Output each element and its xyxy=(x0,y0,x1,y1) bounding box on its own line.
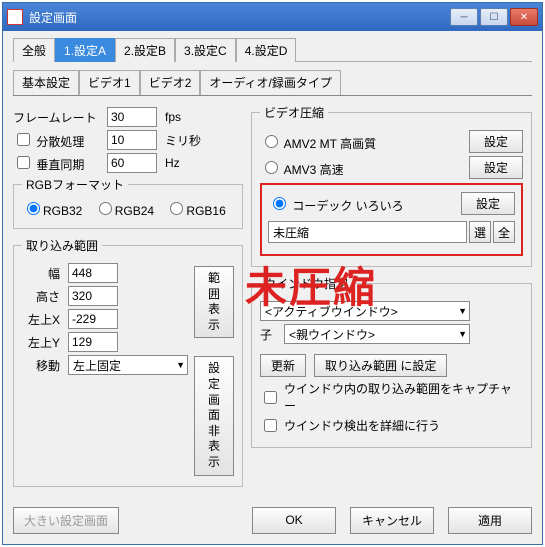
tab-video2[interactable]: ビデオ2 xyxy=(140,70,201,95)
detailed-detect-label: ウインドウ検出を詳細に行う xyxy=(284,417,440,434)
child-window-select[interactable]: <親ウインドウ>▼ xyxy=(284,324,470,344)
codec-opt1-settings-button[interactable]: 設定 xyxy=(469,130,523,153)
chevron-down-icon: ▼ xyxy=(176,360,185,370)
lefty-label: 左上Y xyxy=(22,334,64,351)
vsync-unit: Hz xyxy=(165,156,180,170)
rgb-format-legend: RGBフォーマット xyxy=(22,176,128,193)
chevron-down-icon: ▼ xyxy=(458,329,467,339)
rgb32-radio[interactable] xyxy=(27,202,40,215)
codec-custom-highlight: コーデック いろいろ 設定 選 全 xyxy=(260,183,523,256)
tab-basic[interactable]: 基本設定 xyxy=(13,70,79,95)
framerate-unit: fps xyxy=(165,110,181,124)
framerate-input[interactable] xyxy=(107,107,157,127)
codec-opt2-radio[interactable] xyxy=(265,161,278,174)
maximize-button[interactable]: ☐ xyxy=(480,8,508,26)
window-spec-group: ウインドウ指定 <アクティブウインドウ>▼ 子 <親ウインドウ>▼ 更新 取り込… xyxy=(251,275,532,448)
height-label: 高さ xyxy=(22,288,64,305)
tab-video1[interactable]: ビデオ1 xyxy=(79,70,140,95)
main-tabs: 全般 1.設定A 2.設定B 3.設定C 4.設定D xyxy=(13,37,532,62)
minimize-button[interactable]: ─ xyxy=(450,8,478,26)
lefty-input[interactable] xyxy=(68,332,118,352)
capture-range-group: 取り込み範囲 幅 高さ 左上X 左上Y 移動 左上固定▼ 範囲表示 xyxy=(13,237,243,487)
codec-opt2-settings-button[interactable]: 設定 xyxy=(469,156,523,179)
leftx-input[interactable] xyxy=(68,309,118,329)
leftx-label: 左上X xyxy=(22,311,64,328)
settings-window: 設定画面 ─ ☐ ✕ 全般 1.設定A 2.設定B 3.設定C 4.設定D 基本… xyxy=(2,2,543,545)
window-spec-legend: ウインドウ指定 xyxy=(260,275,352,292)
detailed-detect-checkbox[interactable] xyxy=(264,419,277,432)
big-settings-button: 大きい設定画面 xyxy=(13,507,119,534)
distributed-checkbox[interactable] xyxy=(17,133,30,146)
update-button[interactable]: 更新 xyxy=(260,354,306,377)
ok-button[interactable]: OK xyxy=(252,507,336,534)
distributed-unit: ミリ秒 xyxy=(165,132,201,149)
width-input[interactable] xyxy=(68,263,118,283)
codec-opt2-label[interactable]: AMV3 高速 xyxy=(260,158,344,178)
height-input[interactable] xyxy=(68,286,118,306)
capture-inside-window-checkbox[interactable] xyxy=(264,391,277,404)
move-label: 移動 xyxy=(22,357,64,374)
width-label: 幅 xyxy=(22,265,64,282)
tab-audio[interactable]: オーディオ/録画タイプ xyxy=(200,70,341,95)
rgb16-radio-label[interactable]: RGB16 xyxy=(165,204,225,218)
distributed-checkbox-label[interactable]: 分散処理 xyxy=(13,130,103,150)
sub-tabs: 基本設定 ビデオ1 ビデオ2 オーディオ/録画タイプ xyxy=(13,70,532,96)
apply-button[interactable]: 適用 xyxy=(448,507,532,534)
vsync-input[interactable] xyxy=(107,153,157,173)
codec-opt3-label[interactable]: コーデック いろいろ xyxy=(268,194,404,214)
vsync-checkbox-label[interactable]: 垂直同期 xyxy=(13,153,103,173)
rgb24-radio-label[interactable]: RGB24 xyxy=(94,204,154,218)
codec-select-button[interactable]: 選 xyxy=(469,221,491,243)
codec-all-button[interactable]: 全 xyxy=(493,221,515,243)
move-select[interactable]: 左上固定▼ xyxy=(68,355,188,375)
set-capture-range-button[interactable]: 取り込み範囲 に設定 xyxy=(314,354,447,377)
codec-opt1-radio[interactable] xyxy=(265,135,278,148)
hide-settings-button[interactable]: 設定画面 非表示 xyxy=(194,356,234,475)
tab-settings-d[interactable]: 4.設定D xyxy=(236,38,297,62)
window-title: 設定画面 xyxy=(29,9,450,26)
rgb16-radio[interactable] xyxy=(170,202,183,215)
framerate-label: フレームレート xyxy=(13,109,103,126)
show-range-button[interactable]: 範囲表示 xyxy=(194,266,234,338)
video-compress-group: ビデオ圧縮 AMV2 MT 高画質 設定 AMV3 高速 設定 コーデック いろ… xyxy=(251,104,532,267)
vsync-checkbox[interactable] xyxy=(17,156,30,169)
rgb24-radio[interactable] xyxy=(99,202,112,215)
codec-name-input[interactable] xyxy=(268,221,467,243)
codec-opt1-label[interactable]: AMV2 MT 高画質 xyxy=(260,132,376,152)
child-label: 子 xyxy=(260,326,280,343)
distributed-input[interactable] xyxy=(107,130,157,150)
codec-opt3-radio[interactable] xyxy=(273,197,286,210)
rgb-format-group: RGBフォーマット RGB32 RGB24 RGB16 xyxy=(13,176,243,229)
chevron-down-icon: ▼ xyxy=(458,306,467,316)
capture-inside-window-label: ウインドウ内の取り込み範囲をキャプチャー xyxy=(284,380,523,414)
close-button[interactable]: ✕ xyxy=(510,8,538,26)
tab-settings-c[interactable]: 3.設定C xyxy=(175,38,236,62)
titlebar: 設定画面 ─ ☐ ✕ xyxy=(3,3,542,31)
capture-range-legend: 取り込み範囲 xyxy=(22,237,102,254)
codec-opt3-settings-button[interactable]: 設定 xyxy=(461,192,515,215)
tab-settings-b[interactable]: 2.設定B xyxy=(115,38,175,62)
tab-general[interactable]: 全般 xyxy=(13,38,55,62)
rgb32-radio-label[interactable]: RGB32 xyxy=(22,204,82,218)
video-compress-legend: ビデオ圧縮 xyxy=(260,104,328,121)
cancel-button[interactable]: キャンセル xyxy=(350,507,434,534)
app-icon xyxy=(7,9,23,25)
tab-settings-a[interactable]: 1.設定A xyxy=(55,38,115,62)
target-window-select[interactable]: <アクティブウインドウ>▼ xyxy=(260,301,470,321)
